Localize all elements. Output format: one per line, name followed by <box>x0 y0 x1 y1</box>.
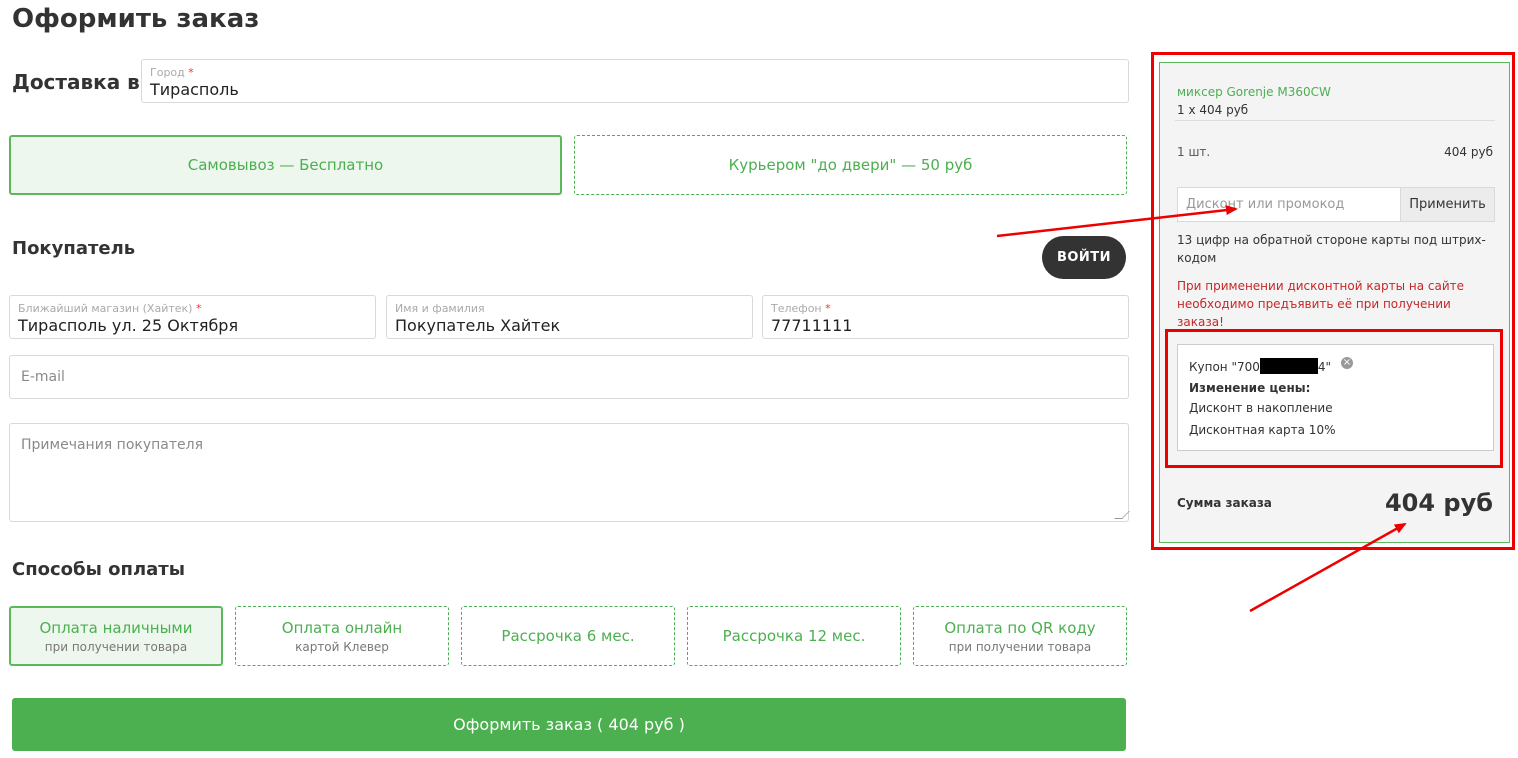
email-placeholder: E-mail <box>21 369 65 385</box>
name-field[interactable]: Имя и фамилия Покупатель Хайтек <box>386 295 753 339</box>
phone-value: 77711111 <box>771 316 853 335</box>
name-label: Имя и фамилия <box>395 302 485 315</box>
payment-option-online[interactable]: Оплата онлайн картой Клевер <box>235 606 449 666</box>
store-select[interactable]: Ближайший магазин (Хайтек) * Тирасполь у… <box>9 295 376 339</box>
buyer-section-title: Покупатель <box>12 238 136 259</box>
city-field[interactable]: Город * Тирасполь <box>141 59 1129 103</box>
city-field-label: Город * <box>150 66 194 79</box>
delivery-option-label: Самовывоз — Бесплатно <box>187 156 384 174</box>
annotation-highlight-coupon <box>1165 329 1503 468</box>
payment-option-qr[interactable]: Оплата по QR коду при получении товара <box>913 606 1127 666</box>
payment-option-sub: при получении товара <box>44 639 188 654</box>
delivery-label: Доставка в <box>12 70 140 94</box>
store-label: Ближайший магазин (Хайтек) * <box>18 302 202 315</box>
resize-grip-icon[interactable] <box>1114 511 1130 519</box>
submit-order-button[interactable]: Оформить заказ ( 404 руб ) <box>12 698 1126 751</box>
email-field[interactable]: E-mail <box>9 355 1129 399</box>
name-value: Покупатель Хайтек <box>395 316 561 335</box>
payment-option-label: Оплата по QR коду <box>944 618 1096 637</box>
notes-placeholder: Примечания покупателя <box>21 437 203 453</box>
payment-option-label: Рассрочка 12 мес. <box>722 627 866 645</box>
page-title: Оформить заказ <box>12 4 260 34</box>
payment-option-sub: при получении товара <box>948 639 1092 654</box>
phone-label: Телефон * <box>771 302 831 315</box>
login-button[interactable]: ВОЙТИ <box>1042 236 1126 279</box>
delivery-option-courier[interactable]: Курьером "до двери" — 50 руб <box>574 135 1127 195</box>
store-value: Тирасполь ул. 25 Октября <box>18 316 239 335</box>
annotation-highlight-sidebar <box>1151 52 1515 550</box>
payment-option-installment-12[interactable]: Рассрочка 12 мес. <box>687 606 901 666</box>
delivery-option-pickup[interactable]: Самовывоз — Бесплатно <box>9 135 562 195</box>
phone-field[interactable]: Телефон * 77711111 <box>762 295 1129 339</box>
payment-option-installment-6[interactable]: Рассрочка 6 мес. <box>461 606 675 666</box>
payment-section-title: Способы оплаты <box>12 559 186 580</box>
delivery-option-label: Курьером "до двери" — 50 руб <box>728 156 973 174</box>
city-value: Тирасполь <box>150 80 239 99</box>
payment-option-label: Оплата онлайн <box>281 618 403 637</box>
payment-option-label: Оплата наличными <box>39 618 193 637</box>
notes-textarea[interactable]: Примечания покупателя <box>9 423 1130 522</box>
payment-option-cash[interactable]: Оплата наличными при получении товара <box>9 606 223 666</box>
payment-option-sub: картой Клевер <box>295 639 389 654</box>
payment-option-label: Рассрочка 6 мес. <box>501 627 635 645</box>
